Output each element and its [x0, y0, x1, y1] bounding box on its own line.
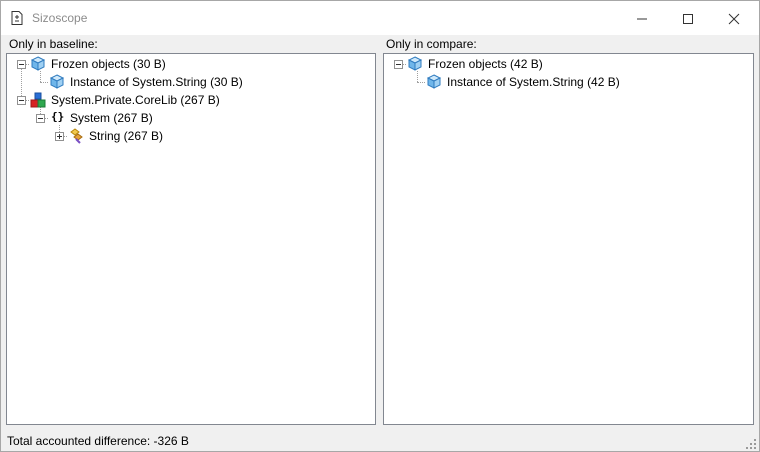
minimize-button[interactable] — [619, 1, 665, 35]
baseline-tree[interactable]: Frozen objects (30 B) Instance of System… — [6, 53, 376, 425]
class-icon — [70, 128, 83, 144]
tree-node-label: Frozen objects (30 B) — [51, 57, 166, 71]
collapse-icon[interactable] — [17, 60, 26, 69]
tree-node-string-instance[interactable]: Instance of System.String (42 B) — [384, 73, 744, 91]
tree-node-system-namespace[interactable]: {} System (267 B) — [7, 109, 367, 127]
tree-node-label: System (267 B) — [70, 111, 153, 125]
cube-icon — [426, 74, 442, 89]
compare-label: Only in compare: — [386, 37, 477, 51]
maximize-icon — [683, 14, 693, 24]
resize-grip-icon[interactable] — [745, 438, 757, 450]
app-window: Sizoscope Only in baseline: Only in comp… — [0, 0, 760, 452]
window-title: Sizoscope — [32, 11, 88, 25]
tree-node-label: Frozen objects (42 B) — [428, 57, 543, 71]
tree-node-corelib[interactable]: System.Private.CoreLib (267 B) — [7, 91, 367, 109]
assembly-icon — [30, 92, 46, 108]
close-icon — [728, 13, 740, 25]
cube-icon — [30, 56, 46, 71]
baseline-label: Only in baseline: — [9, 37, 98, 51]
tree-node-frozen-objects[interactable]: Frozen objects (30 B) — [7, 55, 367, 73]
tree-node-label: System.Private.CoreLib (267 B) — [51, 93, 220, 107]
namespace-braces-icon: {} — [51, 110, 65, 123]
collapse-icon[interactable] — [394, 60, 403, 69]
tree-node-label: Instance of System.String (30 B) — [70, 75, 243, 89]
minimize-icon — [637, 18, 647, 20]
compare-tree[interactable]: Frozen objects (42 B) Instance of System… — [383, 53, 754, 425]
collapse-icon[interactable] — [17, 96, 26, 105]
maximize-button[interactable] — [665, 1, 711, 35]
document-icon — [11, 11, 23, 25]
title-bar[interactable]: Sizoscope — [1, 1, 759, 35]
tree-node-label: String (267 B) — [89, 129, 164, 143]
cube-icon — [407, 56, 423, 71]
expand-icon[interactable] — [55, 132, 64, 141]
cube-icon — [49, 74, 65, 89]
tree-node-label: Instance of System.String (42 B) — [447, 75, 620, 89]
tree-node-frozen-objects[interactable]: Frozen objects (42 B) — [384, 55, 744, 73]
close-button[interactable] — [711, 1, 757, 35]
tree-node-string-instance[interactable]: Instance of System.String (30 B) — [7, 73, 367, 91]
status-text: Total accounted difference: -326 B — [7, 434, 189, 448]
tree-node-string-class[interactable]: String (267 B) — [7, 127, 367, 145]
collapse-icon[interactable] — [36, 114, 45, 123]
